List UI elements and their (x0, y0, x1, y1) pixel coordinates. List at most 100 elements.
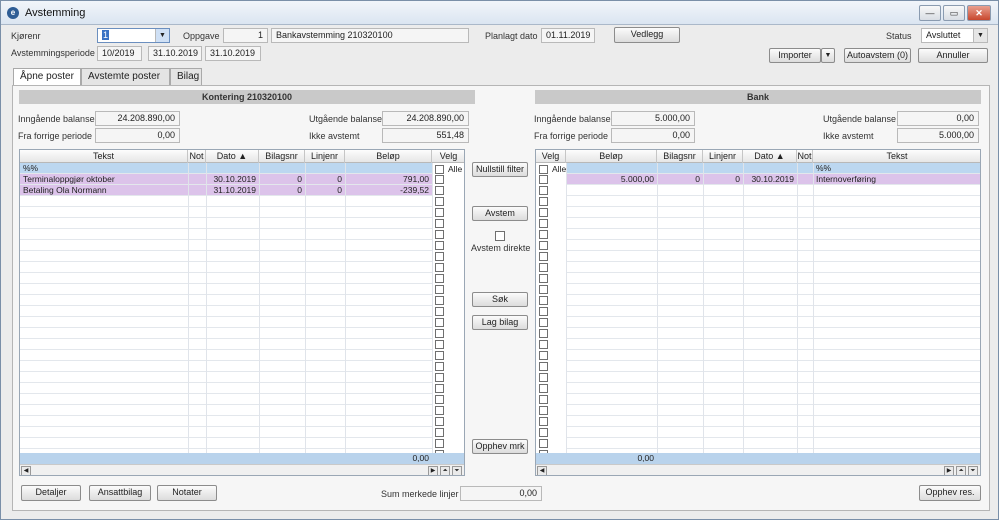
row-select-checkbox[interactable] (435, 197, 444, 206)
right-alle-checkbox[interactable] (539, 165, 548, 174)
row-select-checkbox[interactable] (539, 230, 548, 239)
row-select-checkbox[interactable] (539, 340, 548, 349)
row-select-checkbox[interactable] (539, 197, 548, 206)
sok-button[interactable]: Søk (472, 292, 528, 307)
left-col-dato[interactable]: Dato ▲ (206, 150, 259, 163)
row-select-checkbox[interactable] (539, 417, 548, 426)
tab-apne-poster[interactable]: Åpne poster (13, 68, 81, 86)
row-select-checkbox[interactable] (435, 307, 444, 316)
row-select-checkbox[interactable] (435, 285, 444, 294)
row-select-checkbox[interactable] (539, 329, 548, 338)
oppgave-name-field[interactable]: Bankavstemming 210320100 (271, 28, 469, 43)
row-select-checkbox[interactable] (435, 263, 444, 272)
right-col-linjenr[interactable]: Linjenr (703, 150, 743, 163)
opphev-res-button[interactable]: Opphev res. (919, 485, 981, 501)
left-col-belop[interactable]: Beløp (345, 150, 432, 163)
right-col-velg[interactable]: Velg (536, 150, 566, 163)
row-select-checkbox[interactable] (539, 406, 548, 415)
row-select-checkbox[interactable] (539, 395, 548, 404)
tab-avstemte-poster[interactable]: Avstemte poster (81, 68, 170, 85)
row-select-checkbox[interactable] (435, 230, 444, 239)
row-select-checkbox[interactable] (539, 252, 548, 261)
row-select-checkbox[interactable] (539, 186, 548, 195)
opphev-mrk-button[interactable]: Opphev mrk (472, 439, 528, 454)
periode-to-field[interactable]: 31.10.2019 (205, 46, 261, 61)
left-grid[interactable]: Tekst Not Dato ▲ Bilagsnr Linjenr Beløp … (19, 149, 465, 476)
row-select-checkbox[interactable] (435, 417, 444, 426)
scroll-up-double-icon[interactable]: ⏶ (956, 466, 966, 475)
lag-bilag-button[interactable]: Lag bilag (472, 315, 528, 330)
detaljer-button[interactable]: Detaljer (21, 485, 81, 501)
right-horizontal-scrollbar[interactable]: ◀ ▶ ⏶ ⏷ (536, 464, 980, 475)
row-select-checkbox[interactable] (435, 318, 444, 327)
row-select-checkbox[interactable] (435, 395, 444, 404)
right-col-tekst[interactable]: Tekst (813, 150, 980, 163)
row-select-checkbox[interactable] (435, 384, 444, 393)
scroll-right-icon[interactable]: ▶ (944, 466, 954, 475)
left-alle-checkbox[interactable] (435, 165, 444, 174)
row-select-checkbox[interactable] (539, 318, 548, 327)
row-select-checkbox[interactable] (435, 186, 444, 195)
row-select-checkbox[interactable] (539, 373, 548, 382)
right-col-dato[interactable]: Dato ▲ (743, 150, 797, 163)
row-select-checkbox[interactable] (435, 362, 444, 371)
importer-button[interactable]: Importer (769, 48, 821, 63)
row-select-checkbox[interactable] (539, 351, 548, 360)
row-select-checkbox[interactable] (435, 175, 444, 184)
row-select-checkbox[interactable] (435, 340, 444, 349)
row-select-checkbox[interactable] (539, 241, 548, 250)
periode-field[interactable]: 10/2019 (97, 46, 142, 61)
row-select-checkbox[interactable] (539, 263, 548, 272)
row-select-checkbox[interactable] (435, 219, 444, 228)
row-select-checkbox[interactable] (539, 219, 548, 228)
close-button[interactable]: ✕ (967, 5, 991, 21)
status-combo[interactable]: Avsluttet ▼ (921, 28, 988, 43)
row-select-checkbox[interactable] (435, 406, 444, 415)
oppgave-number-field[interactable]: 1 (223, 28, 268, 43)
minimize-button[interactable]: — (919, 5, 941, 21)
row-select-checkbox[interactable] (539, 439, 548, 448)
maximize-button[interactable]: ▭ (943, 5, 965, 21)
periode-from-field[interactable]: 31.10.2019 (148, 46, 202, 61)
row-select-checkbox[interactable] (539, 384, 548, 393)
avstem-button[interactable]: Avstem (472, 206, 528, 221)
scroll-left-icon[interactable]: ◀ (537, 466, 547, 475)
scroll-right-icon[interactable]: ▶ (428, 466, 438, 475)
row-select-checkbox[interactable] (435, 428, 444, 437)
scroll-down-double-icon[interactable]: ⏷ (452, 466, 462, 475)
right-col-not[interactable]: Not (797, 150, 813, 163)
ansattbilag-button[interactable]: Ansattbilag (89, 485, 151, 501)
chevron-down-icon[interactable]: ▼ (155, 29, 169, 42)
row-select-checkbox[interactable] (435, 373, 444, 382)
scroll-left-icon[interactable]: ◀ (21, 466, 31, 475)
scroll-down-double-icon[interactable]: ⏷ (968, 466, 978, 475)
row-select-checkbox[interactable] (539, 274, 548, 283)
row-select-checkbox[interactable] (435, 296, 444, 305)
row-select-checkbox[interactable] (539, 208, 548, 217)
avstem-direkte-checkbox[interactable] (495, 231, 505, 241)
left-col-linjenr[interactable]: Linjenr (305, 150, 345, 163)
right-col-belop[interactable]: Beløp (566, 150, 657, 163)
kjorenr-combo[interactable]: 1 ▼ (97, 28, 170, 43)
notater-button[interactable]: Notater (157, 485, 217, 501)
planlagt-dato-field[interactable]: 01.11.2019 (541, 28, 595, 43)
row-select-checkbox[interactable] (539, 307, 548, 316)
chevron-down-icon[interactable]: ▼ (973, 29, 987, 42)
row-select-checkbox[interactable] (435, 274, 444, 283)
row-select-checkbox[interactable] (539, 296, 548, 305)
left-col-not[interactable]: Not (188, 150, 206, 163)
annuller-button[interactable]: Annuller (918, 48, 988, 63)
autoavstem-button[interactable]: Autoavstem (0) (844, 48, 911, 63)
right-col-bilagsnr[interactable]: Bilagsnr (657, 150, 703, 163)
nullstill-filter-button[interactable]: Nullstill filter (472, 162, 528, 177)
scroll-up-double-icon[interactable]: ⏶ (440, 466, 450, 475)
right-grid[interactable]: Velg Beløp Bilagsnr Linjenr Dato ▲ Not T… (535, 149, 981, 476)
row-select-checkbox[interactable] (539, 428, 548, 437)
row-select-checkbox[interactable] (435, 439, 444, 448)
vedlegg-button[interactable]: Vedlegg (614, 27, 680, 43)
left-col-bilagsnr[interactable]: Bilagsnr (259, 150, 305, 163)
row-select-checkbox[interactable] (435, 208, 444, 217)
row-select-checkbox[interactable] (435, 252, 444, 261)
tab-bilag[interactable]: Bilag (170, 68, 202, 85)
row-select-checkbox[interactable] (539, 362, 548, 371)
